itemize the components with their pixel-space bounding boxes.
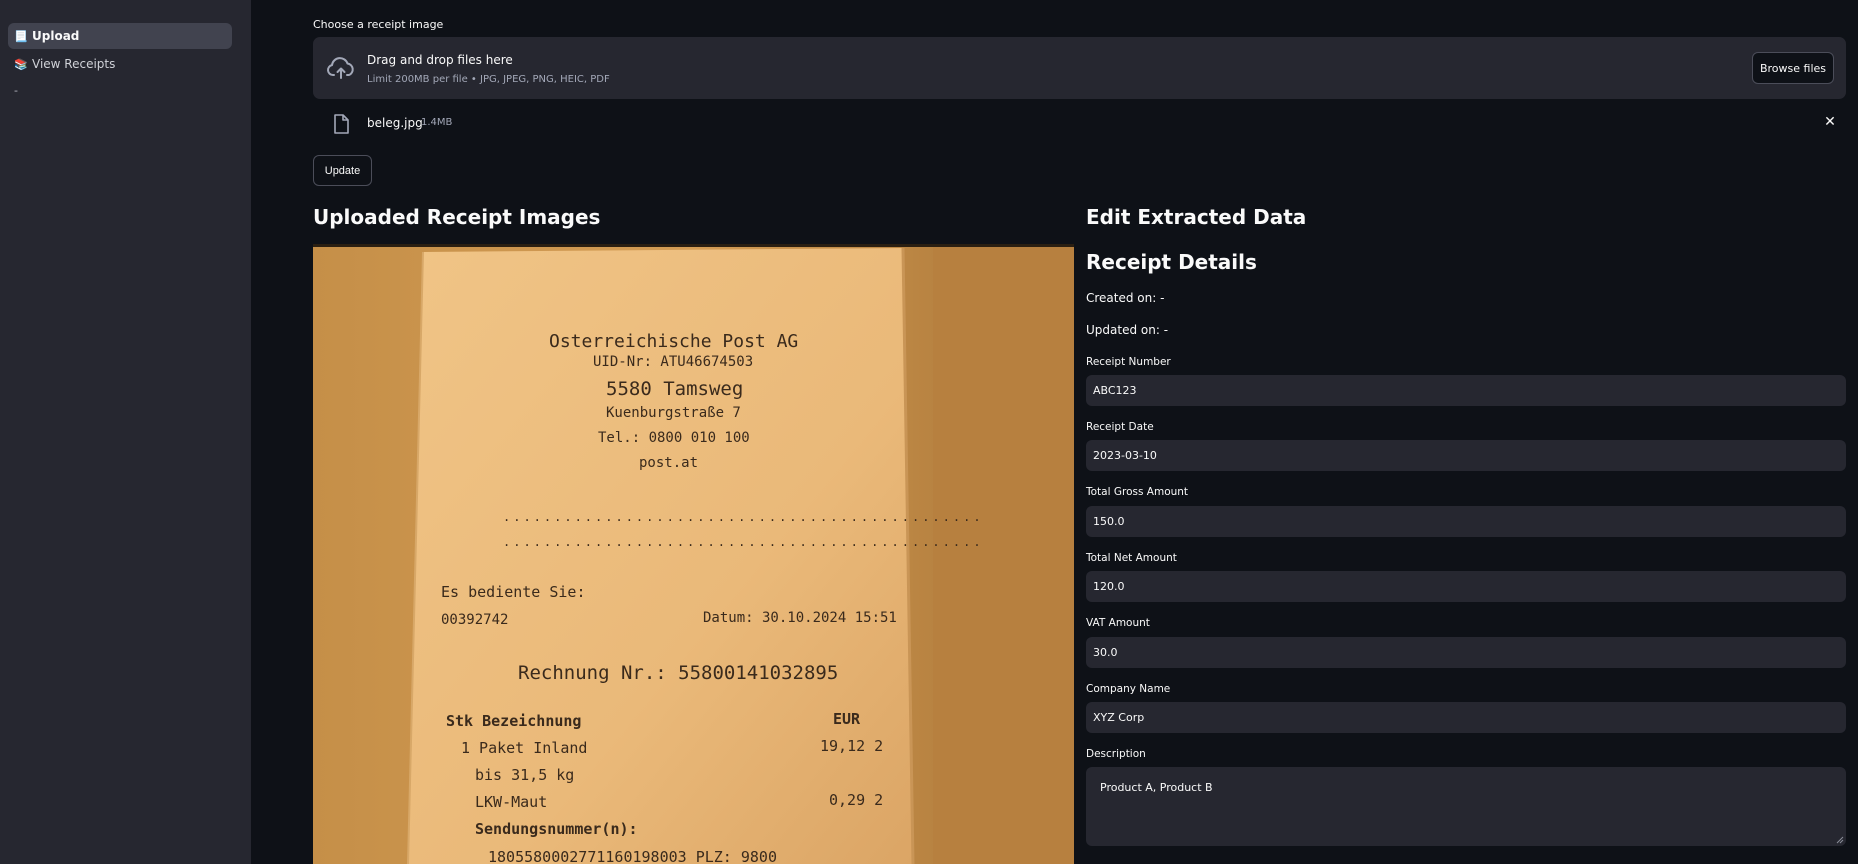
receipt-text: Rechnung Nr.: 55800141032895 bbox=[518, 662, 838, 684]
receipt-details-heading: Receipt Details bbox=[1086, 250, 1257, 274]
receipt-text: 00392742 bbox=[441, 612, 508, 628]
receipt-text: bis 31,5 kg bbox=[475, 766, 574, 784]
description-text: Product A, Product B bbox=[1100, 781, 1213, 794]
sidebar: 📃 Upload 📚 View Receipts - bbox=[0, 0, 251, 864]
cloud-upload-icon bbox=[327, 57, 354, 79]
receipt-text: 0,29 2 bbox=[829, 791, 883, 809]
description-label: Description bbox=[1086, 748, 1146, 760]
total-gross-label: Total Gross Amount bbox=[1086, 486, 1189, 498]
total-net-label: Total Net Amount bbox=[1086, 552, 1177, 564]
file-name: beleg.jpg bbox=[367, 116, 423, 130]
sidebar-item-label: Upload bbox=[32, 29, 80, 43]
svg-text:..............................: ........................................… bbox=[503, 535, 984, 549]
receipt-text: UID-Nr: ATU46674503 bbox=[593, 354, 753, 370]
receipt-text: Datum: 30.10.2024 15:51 bbox=[703, 610, 897, 626]
update-button[interactable]: Update bbox=[313, 155, 372, 186]
page-icon: 📃 bbox=[14, 29, 28, 43]
receipt-text: Osterreichische Post AG bbox=[549, 331, 798, 352]
edit-heading: Edit Extracted Data bbox=[1086, 205, 1307, 229]
sidebar-nav: 📃 Upload 📚 View Receipts bbox=[8, 23, 232, 79]
receipt-text: LKW-Maut bbox=[475, 793, 547, 811]
file-dropzone[interactable]: Drag and drop files here Limit 200MB per… bbox=[313, 37, 1846, 99]
sidebar-item-view-receipts[interactable]: 📚 View Receipts bbox=[8, 51, 232, 77]
receipt-image: Osterreichische Post AG UID-Nr: ATU46674… bbox=[313, 244, 1074, 864]
receipt-number-input[interactable]: ABC123 bbox=[1086, 375, 1846, 406]
file-size: 1.4MB bbox=[421, 117, 453, 128]
uploaded-images-heading: Uploaded Receipt Images bbox=[313, 205, 601, 229]
uploaded-file-row: beleg.jpg 1.4MB ✕ bbox=[313, 111, 1846, 137]
receipt-text: 1805580002771160198003 PLZ: 9800 bbox=[488, 848, 777, 864]
remove-file-close-icon[interactable]: ✕ bbox=[1822, 114, 1838, 130]
uploader-label: Choose a receipt image bbox=[313, 18, 444, 31]
browse-files-button[interactable]: Browse files bbox=[1752, 52, 1834, 84]
description-textarea[interactable]: Product A, Product B bbox=[1086, 767, 1846, 846]
receipt-text: Es bediente Sie: bbox=[441, 583, 586, 601]
total-gross-input[interactable]: 150.0 bbox=[1086, 506, 1846, 537]
resize-grip-icon[interactable] bbox=[1836, 836, 1844, 844]
created-on-text: Created on: - bbox=[1086, 291, 1165, 305]
sidebar-item-upload[interactable]: 📃 Upload bbox=[8, 23, 232, 49]
receipt-date-label: Receipt Date bbox=[1086, 421, 1154, 433]
sidebar-item-label: View Receipts bbox=[32, 57, 116, 71]
receipt-text: 19,12 2 bbox=[820, 737, 883, 755]
dropzone-title: Drag and drop files here bbox=[367, 53, 513, 67]
receipt-text: Sendungsnummer(n): bbox=[475, 820, 638, 838]
vat-amount-input[interactable]: 30.0 bbox=[1086, 637, 1846, 668]
receipt-text: Kuenburgstraße 7 bbox=[606, 405, 741, 421]
receipt-number-label: Receipt Number bbox=[1086, 356, 1171, 368]
total-net-input[interactable]: 120.0 bbox=[1086, 571, 1846, 602]
dropzone-subtitle: Limit 200MB per file • JPG, JPEG, PNG, H… bbox=[367, 74, 610, 85]
updated-on-text: Updated on: - bbox=[1086, 323, 1169, 337]
receipt-text: Stk Bezeichnung bbox=[446, 712, 581, 730]
receipt-text: 5580 Tamsweg bbox=[606, 378, 743, 400]
receipt-text: Tel.: 0800 010 100 bbox=[598, 430, 750, 446]
sidebar-trailing-text: - bbox=[14, 84, 18, 97]
receipt-text: 1 Paket Inland bbox=[461, 739, 587, 757]
receipt-text: EUR bbox=[833, 710, 861, 728]
receipt-text: post.at bbox=[639, 455, 698, 471]
company-name-input[interactable]: XYZ Corp bbox=[1086, 702, 1846, 733]
books-icon: 📚 bbox=[14, 57, 28, 71]
vat-amount-label: VAT Amount bbox=[1086, 617, 1150, 629]
receipt-photo: Osterreichische Post AG UID-Nr: ATU46674… bbox=[313, 244, 1074, 864]
company-name-label: Company Name bbox=[1086, 683, 1171, 695]
receipt-date-input[interactable]: 2023-03-10 bbox=[1086, 440, 1846, 471]
file-icon bbox=[334, 114, 349, 134]
svg-text:..............................: ........................................… bbox=[503, 510, 984, 524]
